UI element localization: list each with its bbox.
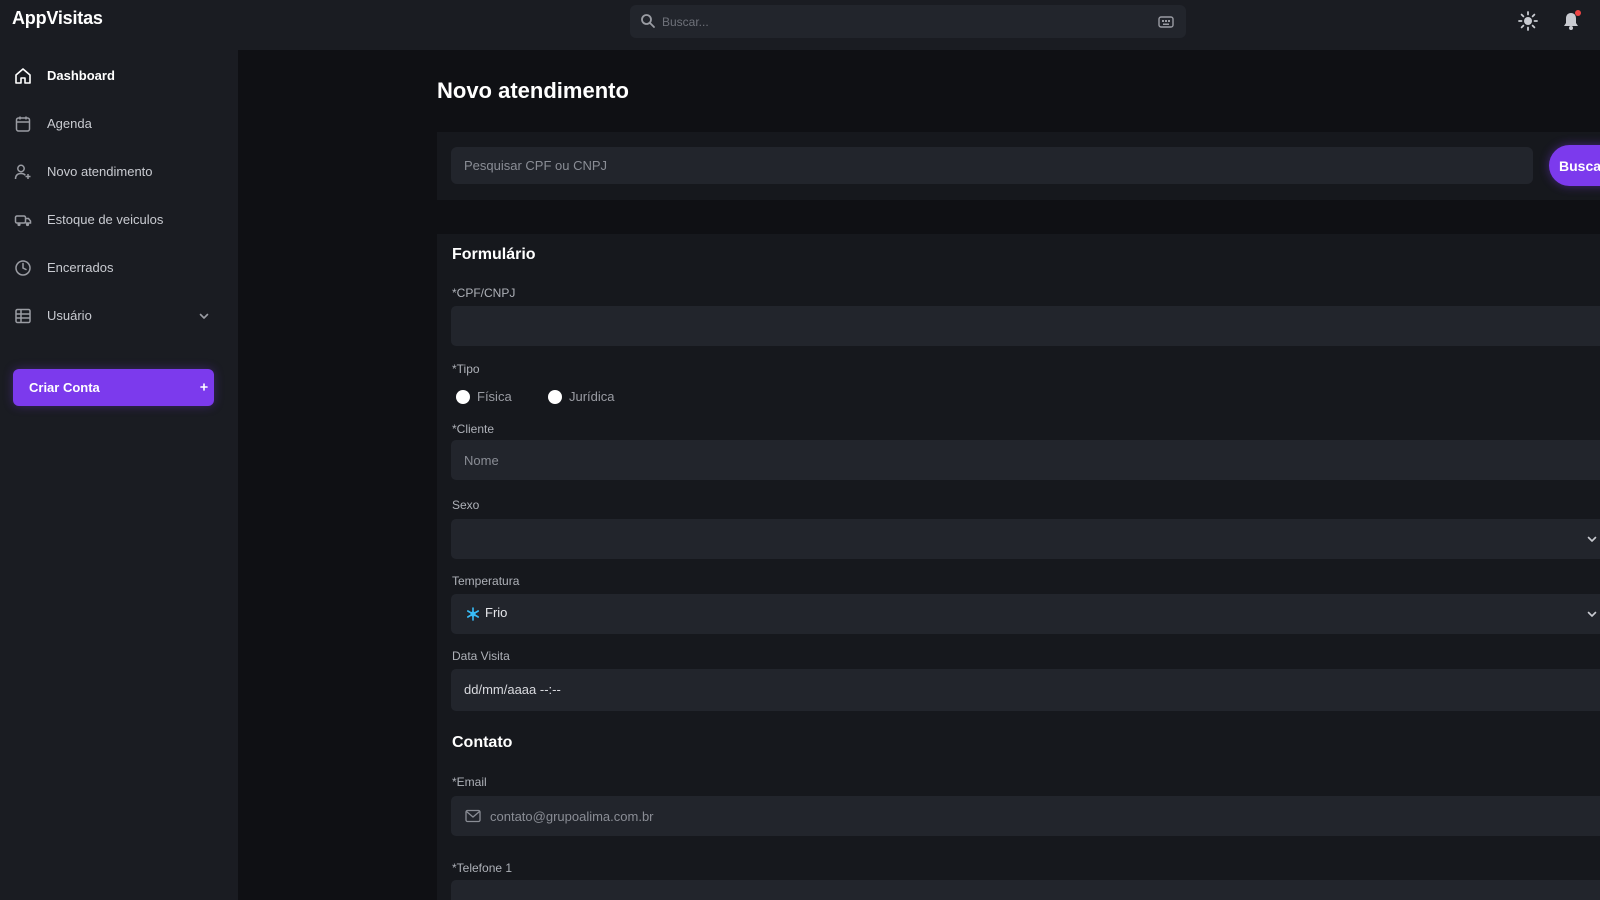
form-section-title: Formulário	[452, 246, 536, 263]
sidebar-item-label: Encerrados	[47, 260, 114, 275]
cliente-name-field[interactable]	[451, 440, 1600, 480]
contato-section-title: Contato	[452, 734, 513, 751]
user-add-icon	[14, 164, 31, 180]
sidebar-item-estoque-de-veiculos[interactable]: Estoque de veiculos	[0, 202, 238, 238]
chevron-down-icon	[1587, 611, 1597, 617]
sidebar-item-agenda[interactable]: Agenda	[0, 106, 238, 142]
create-account-label: Criar Conta	[29, 380, 100, 395]
notification-badge	[1575, 10, 1581, 16]
cpf-cnpj-field[interactable]	[451, 306, 1600, 346]
search-button[interactable]: Buscar	[1549, 145, 1600, 186]
sidebar-item-label: Estoque de veiculos	[47, 212, 164, 227]
home-icon	[15, 68, 31, 84]
calendar-icon	[15, 116, 31, 132]
sidebar: Dashboard Agenda Novo atendimento Estoqu…	[0, 50, 238, 900]
sexo-label: Sexo	[452, 498, 480, 512]
sidebar-item-label: Agenda	[47, 116, 92, 131]
cpf-cnpj-label: *CPF/CNPJ	[452, 286, 516, 300]
car-icon	[14, 215, 32, 227]
create-account-button[interactable]: Criar Conta	[13, 369, 214, 406]
radio-label: Física	[477, 389, 512, 404]
global-search[interactable]	[630, 5, 1186, 38]
sidebar-item-label: Novo atendimento	[47, 164, 153, 179]
page-title: Novo atendimento	[437, 78, 629, 103]
notifications-button[interactable]	[1560, 10, 1582, 32]
chevron-down-icon	[199, 313, 209, 319]
sidebar-item-label: Dashboard	[47, 68, 115, 83]
mail-icon	[465, 809, 481, 823]
email-placeholder: contato@grupoalima.com.br	[490, 809, 654, 824]
email-field[interactable]: contato@grupoalima.com.br	[451, 796, 1600, 836]
chevron-down-icon	[1587, 536, 1597, 542]
sidebar-item-dashboard[interactable]: Dashboard	[0, 58, 238, 94]
sidebar-item-novo-atendimento[interactable]: Novo atendimento	[0, 154, 238, 190]
data-visita-value: dd/mm/aaaa --:--	[464, 682, 561, 697]
top-bar: AppVisitas	[0, 0, 1600, 50]
form-card: Formulário *CPF/CNPJ *Tipo Física Jurídi…	[437, 234, 1600, 900]
tipo-label: *Tipo	[452, 362, 480, 376]
radio-label: Jurídica	[569, 389, 615, 404]
clock-icon	[15, 260, 31, 276]
telefone-label: *Telefone 1	[452, 861, 513, 875]
plus-icon	[200, 383, 208, 391]
sidebar-item-usuario[interactable]: Usuário	[0, 298, 238, 334]
tipo-radio-fisica[interactable]: Física	[456, 389, 512, 404]
temperatura-select[interactable]: Frio	[451, 594, 1600, 634]
cpf-cnpj-search-input[interactable]	[451, 147, 1533, 184]
data-visita-field[interactable]: dd/mm/aaaa --:--	[451, 669, 1600, 711]
temperatura-label: Temperatura	[452, 574, 520, 588]
telefone-field[interactable]	[451, 880, 1600, 900]
tipo-radio-juridica[interactable]: Jurídica	[548, 389, 615, 404]
keyboard-icon[interactable]	[1158, 14, 1174, 30]
document-search-card: Buscar	[437, 132, 1600, 200]
table-icon	[15, 308, 31, 324]
sexo-select[interactable]	[451, 519, 1600, 559]
email-label: *Email	[452, 775, 487, 789]
radio-circle[interactable]	[456, 389, 470, 404]
search-icon	[641, 14, 655, 28]
sidebar-item-label: Usuário	[47, 308, 92, 323]
temperatura-selected-value: Frio	[485, 605, 508, 620]
cliente-label: *Cliente	[452, 422, 495, 436]
global-search-input[interactable]	[662, 5, 1142, 38]
sun-icon[interactable]	[1517, 10, 1539, 32]
radio-circle[interactable]	[548, 389, 562, 404]
data-visita-label: Data Visita	[452, 649, 510, 663]
sidebar-item-encerrados[interactable]: Encerrados	[0, 250, 238, 286]
snowflake-icon	[466, 607, 479, 621]
app-logo[interactable]: AppVisitas	[12, 8, 103, 29]
